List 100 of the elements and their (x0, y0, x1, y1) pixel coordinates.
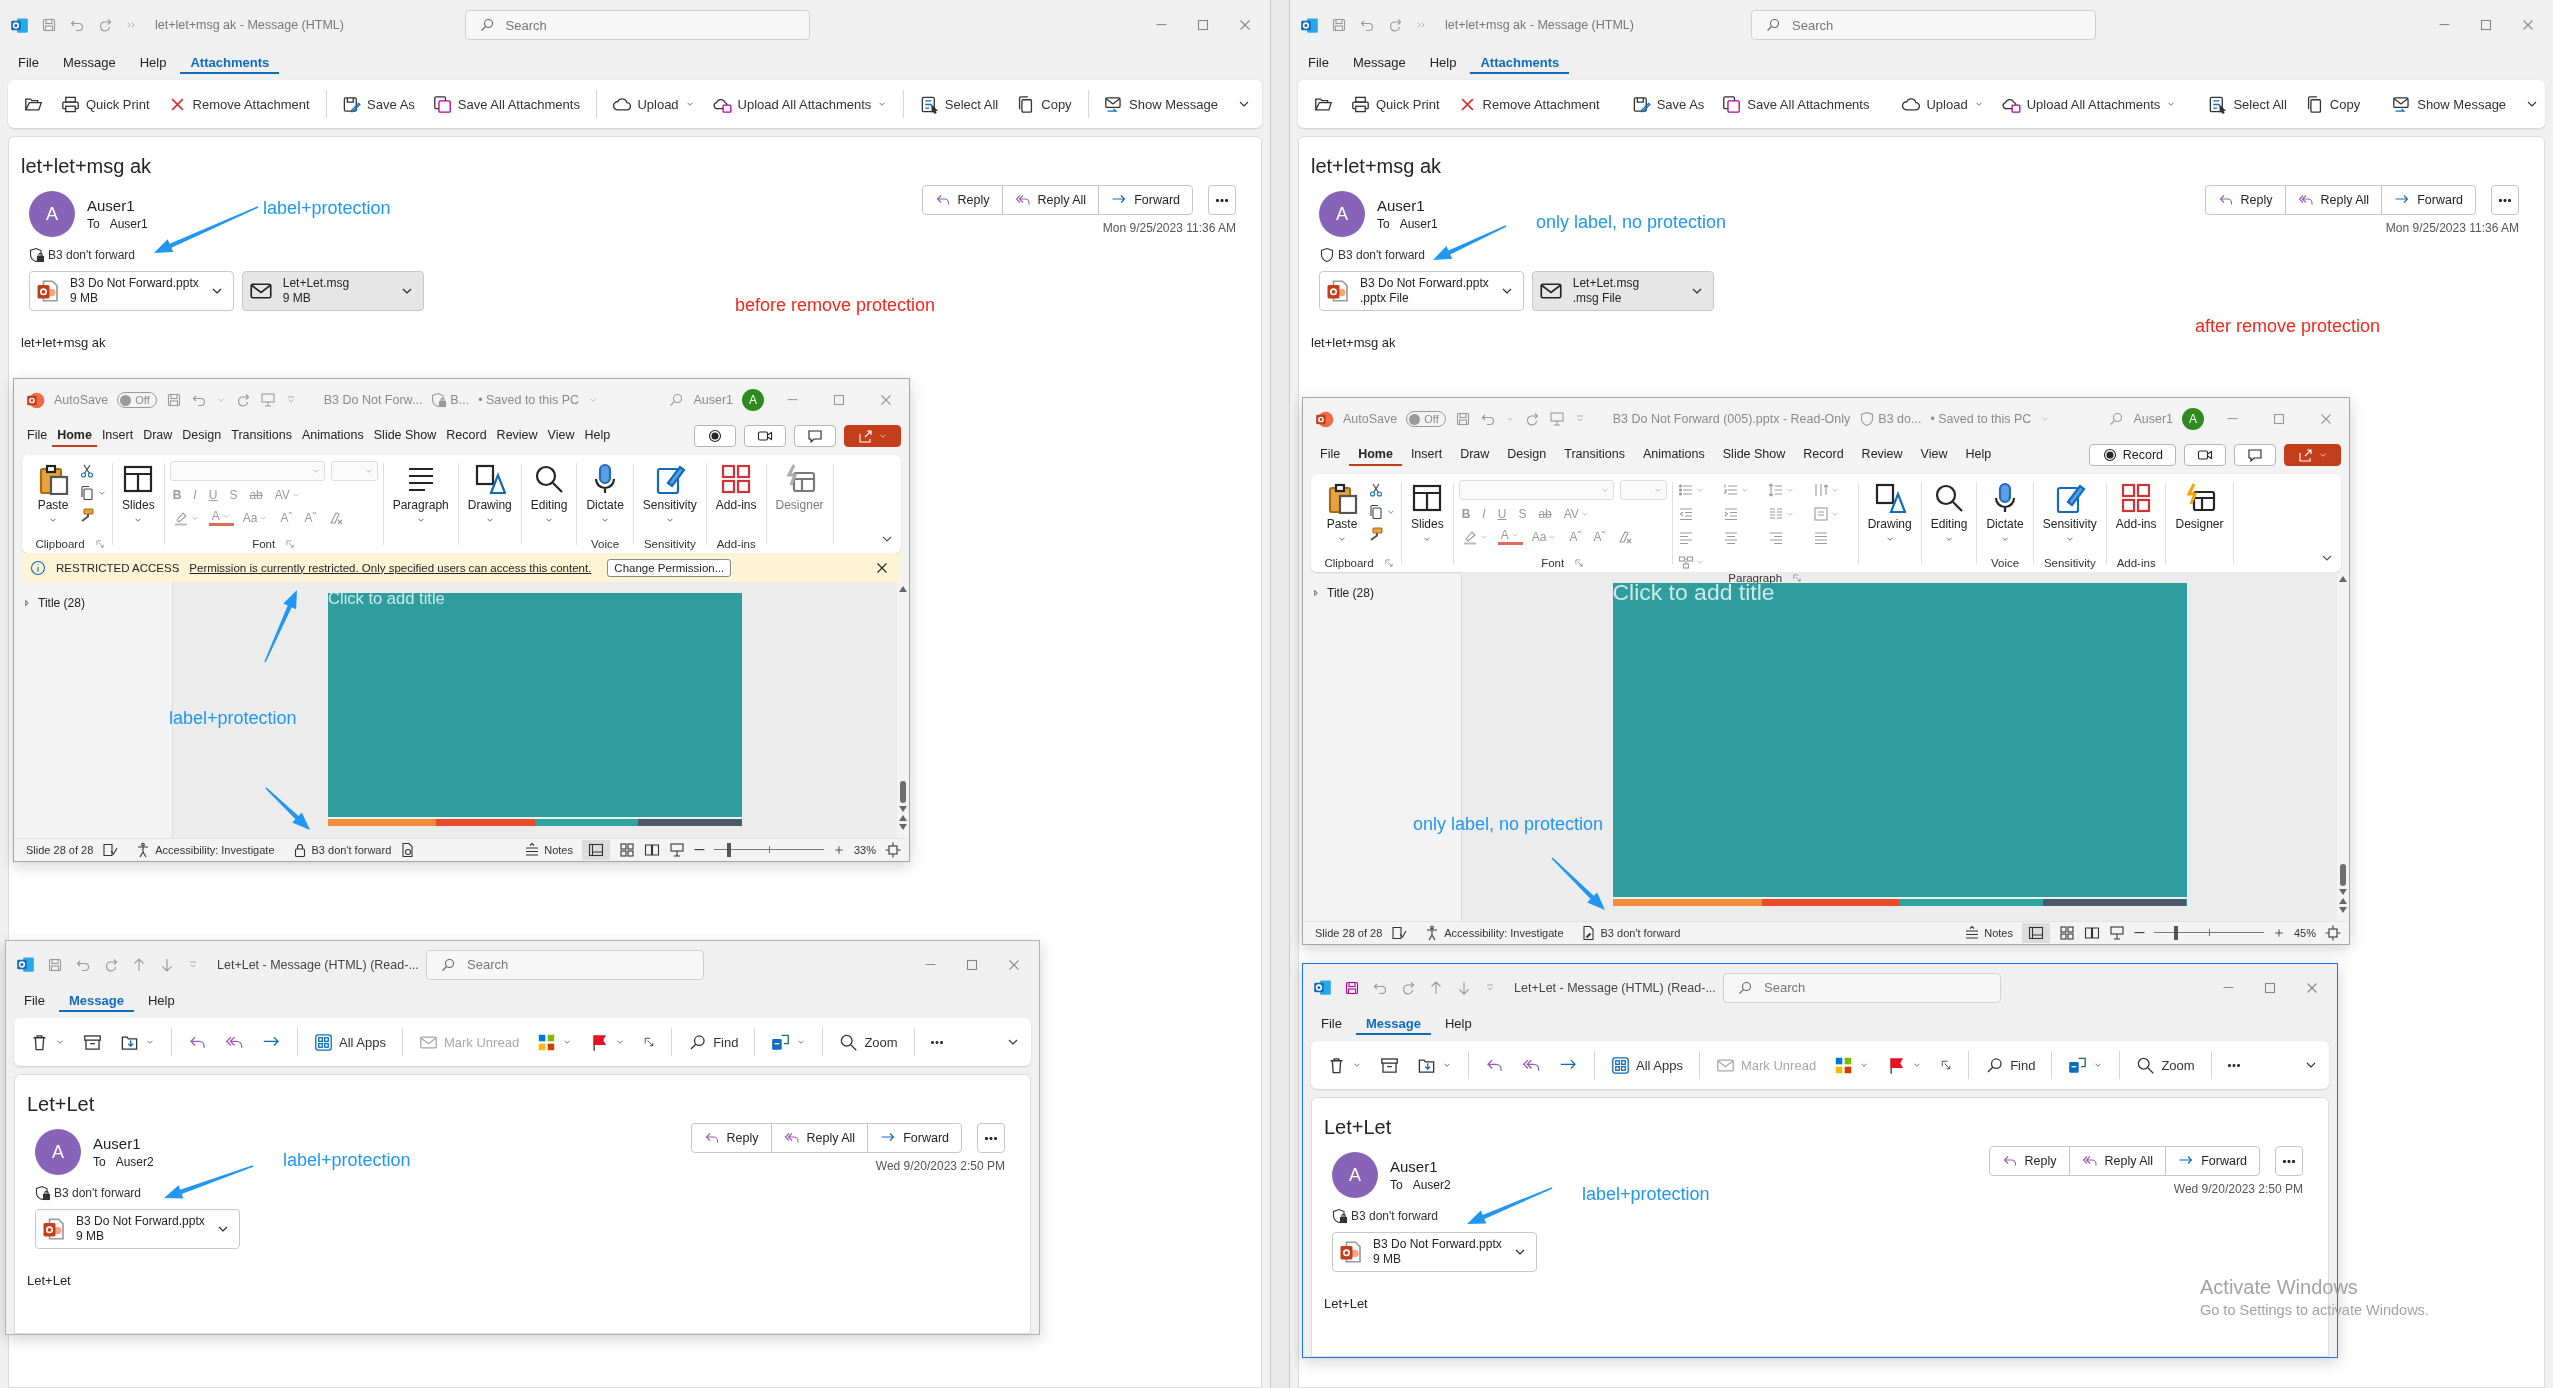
upload-all-button[interactable]: Upload All Attachments (706, 90, 894, 118)
ribbon-tab[interactable]: Animations (296, 425, 369, 447)
forward-button[interactable]: Forward (2381, 185, 2476, 215)
outline-item[interactable]: Title (28) (1311, 586, 1374, 600)
upload-all-button[interactable]: Upload All Attachments (1995, 90, 2183, 118)
ribbon-tab[interactable]: Record (1794, 444, 1853, 466)
outline-item[interactable]: Title (28) (22, 596, 85, 610)
menu-tab[interactable]: File (8, 52, 49, 74)
save-all-button[interactable]: Save All Attachments (1716, 90, 1876, 118)
ribbon-tab[interactable]: Home (1349, 444, 1402, 466)
ribbon-tab[interactable]: Animations (1633, 444, 1714, 466)
accessibility-button[interactable]: Accessibility: Investigate (135, 842, 275, 858)
ribbon-tab[interactable]: Slide Show (1713, 444, 1795, 466)
sensitivity-button[interactable]: B3 don't forward (1580, 925, 1681, 941)
show-message-button[interactable]: Show Message (2386, 90, 2513, 118)
menu-tab[interactable]: Help (1434, 1013, 1482, 1035)
ribbon-tab[interactable]: Insert (96, 425, 139, 447)
menu-tab[interactable]: Message (1342, 52, 1416, 74)
menu-tab[interactable]: Help (137, 990, 185, 1012)
reply-button[interactable]: Reply (690, 1123, 772, 1153)
ribbon-tab[interactable]: Transitions (1555, 444, 1634, 466)
attachment[interactable]: B3 Do Not Forward.pptx 9 MB (1332, 1232, 1537, 1272)
reply-all-button[interactable]: Reply All (1001, 185, 1100, 215)
dictate-button[interactable]: Dictate (582, 459, 628, 525)
ribbon-tab[interactable]: Help (1956, 444, 2001, 466)
forward-button[interactable]: Forward (2165, 1146, 2260, 1176)
remove-button[interactable]: Remove Attachment (1451, 90, 1606, 118)
print-button[interactable]: Quick Print (55, 90, 156, 118)
zoom-button[interactable]: Zoom (2130, 1051, 2201, 1079)
notes-button[interactable]: Notes (524, 842, 573, 858)
copy-button[interactable]: Copy (2298, 90, 2367, 118)
clipboard-button[interactable]: Paste (1322, 478, 1362, 544)
ribbon-tab[interactable]: Help (579, 425, 616, 447)
drawing-button[interactable]: Drawing (463, 459, 516, 525)
addins-button[interactable]: Add-ins (711, 459, 761, 512)
clipboard-button[interactable]: Paste (33, 459, 73, 525)
ribbon-tab[interactable]: Record (441, 425, 492, 447)
upload-button[interactable]: Upload (1895, 90, 1990, 118)
save-as-button[interactable]: Save As (1625, 90, 1711, 118)
menu-tab[interactable]: Message (1355, 1013, 1431, 1035)
ribbon-tab[interactable]: Design (177, 425, 227, 447)
show-message-button[interactable]: Show Message (1098, 90, 1224, 118)
ribbon-tab[interactable]: View (1911, 444, 1957, 466)
reply-button[interactable]: Reply (1988, 1146, 2070, 1176)
editing-button[interactable]: Editing (526, 459, 572, 525)
ribbon-tab[interactable]: Draw (138, 425, 178, 447)
copy-button[interactable]: Copy (1010, 90, 1078, 118)
print-button[interactable]: Quick Print (1345, 90, 1446, 118)
permission-link[interactable]: Permission is currently restricted. Only specified users can access this content. (189, 561, 592, 574)
menu-tab[interactable]: Help (129, 52, 177, 74)
designer-button[interactable]: Designer (2171, 478, 2228, 531)
menu-tab[interactable]: File (1311, 1013, 1352, 1035)
change-permission-button[interactable]: Change Permission... (607, 558, 732, 577)
save-all-button[interactable]: Save All Attachments (426, 90, 586, 118)
find-button[interactable]: Find (1979, 1051, 2042, 1079)
ribbon-tab[interactable]: Transitions (226, 425, 297, 447)
attachment[interactable]: B3 Do Not Forward.pptx .pptx File (1319, 271, 1524, 311)
ribbon-tab[interactable]: View (542, 425, 580, 447)
sensitivity-button[interactable]: B3 don't forward (291, 842, 392, 858)
ribbon-tab[interactable]: Insert (1401, 444, 1452, 466)
ribbon-tab[interactable]: File (1311, 444, 1350, 466)
editing-button[interactable]: Editing (1926, 478, 1972, 544)
attachment[interactable]: B3 Do Not Forward.pptx 9 MB (35, 1209, 240, 1249)
search-field[interactable]: Search (426, 949, 704, 980)
notes-button[interactable]: Notes (1964, 925, 2013, 941)
search-field[interactable]: Search (1723, 972, 2001, 1003)
search-field[interactable]: Search (1751, 10, 2096, 40)
slides-button[interactable]: Slides (118, 459, 159, 525)
addins-button[interactable]: Add-ins (2111, 478, 2161, 531)
paragraph-button[interactable]: Paragraph (388, 459, 453, 525)
accessibility-button[interactable]: Accessibility: Investigate (1424, 925, 1564, 941)
ribbon-tab[interactable]: Design (1498, 444, 1556, 466)
menu-tab[interactable]: Attachments (1470, 52, 1570, 74)
zoom-button[interactable]: Zoom (833, 1028, 904, 1056)
attachment[interactable]: B3 Do Not Forward.pptx 9 MB (29, 271, 234, 311)
reply-button[interactable]: Reply (921, 185, 1003, 215)
reply-all-button[interactable]: Reply All (770, 1123, 869, 1153)
attachment[interactable]: Let+Let.msg 9 MB (241, 271, 424, 311)
menu-tab[interactable]: File (14, 990, 55, 1012)
sensitivity-button[interactable]: Sensitivity (2038, 478, 2101, 544)
sensitivity-button[interactable]: Sensitivity (638, 459, 701, 525)
record-button[interactable]: Record (2088, 444, 2176, 466)
ribbon-tab[interactable]: Review (1852, 444, 1912, 466)
all-apps-button[interactable]: All Apps (1605, 1051, 1689, 1079)
reply-all-button[interactable]: Reply All (2068, 1146, 2167, 1176)
menu-tab[interactable]: Help (1419, 52, 1467, 74)
search-field[interactable]: Search (464, 10, 810, 40)
menu-tab[interactable]: Message (58, 990, 134, 1012)
forward-button[interactable]: Forward (1098, 185, 1193, 215)
drawing-button[interactable]: Drawing (1863, 478, 1916, 544)
save-as-button[interactable]: Save As (336, 90, 421, 118)
find-button[interactable]: Find (682, 1028, 745, 1056)
menu-tab[interactable]: File (1298, 52, 1339, 74)
all-apps-button[interactable]: All Apps (308, 1028, 392, 1056)
reply-all-button[interactable]: Reply All (2284, 185, 2383, 215)
forward-button[interactable]: Forward (867, 1123, 962, 1153)
remove-button[interactable]: Remove Attachment (161, 90, 316, 118)
menu-tab[interactable]: Message (52, 52, 126, 74)
upload-button[interactable]: Upload (606, 90, 701, 118)
select-all-button[interactable]: Select All (913, 90, 1005, 118)
